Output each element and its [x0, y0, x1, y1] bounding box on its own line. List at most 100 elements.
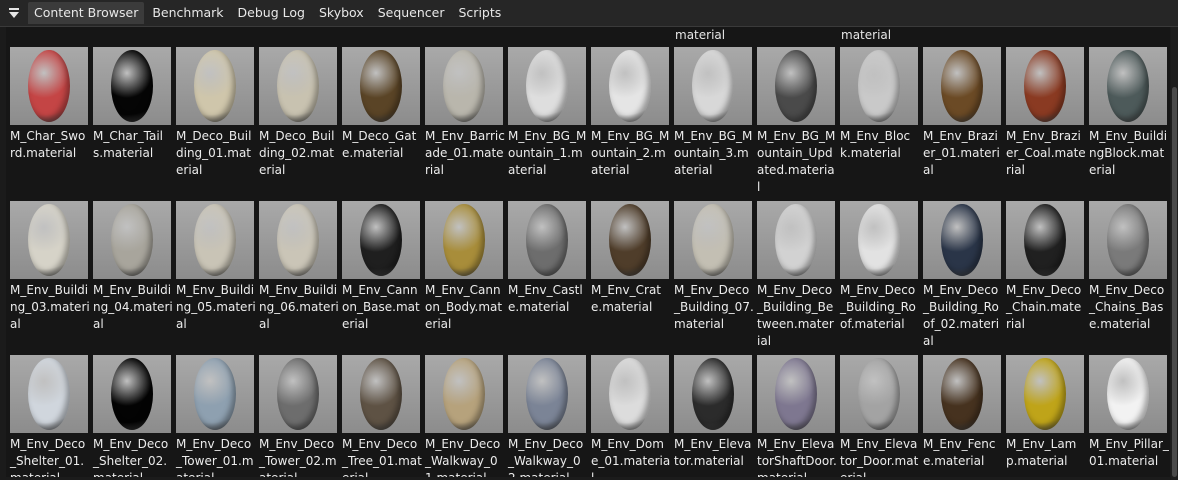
material-preview-sphere	[28, 50, 70, 122]
material-preview-sphere	[941, 358, 983, 430]
material-thumbnail	[1089, 355, 1167, 433]
material-preview-sphere	[775, 204, 817, 276]
material-tile[interactable]: M_Env_Deco_Walkway_02.material	[508, 355, 586, 477]
material-tile[interactable]: M_Env_Elevator.material	[674, 355, 752, 470]
dropdown-menu-icon[interactable]	[0, 0, 28, 26]
material-name: M_Env_Deco_Building_Between.material	[757, 283, 834, 348]
material-thumbnail	[93, 47, 171, 125]
material-tile[interactable]: M_Env_Deco_Tower_02.material	[259, 355, 337, 477]
vertical-scrollbar[interactable]	[1171, 27, 1178, 480]
material-name: M_Env_Brazier_Coal.material	[1006, 129, 1086, 177]
material-thumbnail	[342, 47, 420, 125]
material-tile[interactable]: M_Env_ElevatorShaftDoor.material	[757, 355, 837, 477]
material-tile[interactable]: M_Char_Tails.material	[93, 47, 171, 162]
material-tile[interactable]: M_Env_Crate.material	[591, 201, 669, 316]
material-tile[interactable]: M_Deco_Building_01.material	[176, 47, 254, 179]
material-preview-sphere	[1107, 204, 1149, 276]
material-name: M_Env_Dome_01.material	[591, 437, 671, 477]
material-preview-sphere	[28, 358, 70, 430]
material-preview-sphere	[194, 204, 236, 276]
tab-benchmark[interactable]: Benchmark	[146, 2, 229, 24]
material-tile[interactable]: M_Char_Sword.material	[10, 47, 88, 162]
material-tile[interactable]: M_Env_Fence.material	[923, 355, 1001, 470]
material-preview-sphere	[1107, 358, 1149, 430]
material-tile[interactable]: M_Env_BG_Mountain_2.material	[591, 47, 669, 179]
material-preview-sphere	[692, 358, 734, 430]
content-browser-panel: material material M_Char_Sword.material M…	[6, 27, 1170, 477]
material-thumbnail	[425, 355, 503, 433]
material-thumbnail	[176, 355, 254, 433]
material-thumbnail	[840, 201, 918, 279]
material-tile[interactable]: M_Env_Building_03.material	[10, 201, 90, 333]
material-tile[interactable]: M_Env_Lamp.material	[1006, 355, 1084, 470]
material-preview-sphere	[277, 358, 319, 430]
material-tile[interactable]: M_Env_BuildingBlock.material	[1089, 47, 1167, 179]
material-thumbnail	[93, 355, 171, 433]
material-thumbnail	[1006, 47, 1084, 125]
material-name: M_Env_Deco_Chains_Base.material	[1089, 283, 1165, 331]
material-preview-sphere	[609, 358, 651, 430]
material-preview-sphere	[111, 50, 153, 122]
material-tile[interactable]: M_Env_Deco_Building_Roof_02.material	[923, 201, 1001, 350]
material-name: M_Env_Deco_Building_Roof.material	[840, 283, 916, 331]
material-name: M_Env_Barricade_01.material	[425, 129, 505, 177]
material-tile[interactable]: M_Deco_Gate.material	[342, 47, 420, 162]
tab-scripts[interactable]: Scripts	[453, 2, 508, 24]
tab-content-browser[interactable]: Content Browser	[28, 2, 145, 24]
material-name: M_Env_Elevator_Door.material	[840, 437, 919, 477]
tab-sequencer[interactable]: Sequencer	[372, 2, 451, 24]
material-tile[interactable]: M_Env_Deco_Building_Roof.material	[840, 201, 918, 333]
material-preview-sphere	[692, 50, 734, 122]
material-thumbnail	[1089, 201, 1167, 279]
material-preview-sphere	[1024, 204, 1066, 276]
material-tile[interactable]: M_Env_Deco_Shelter_01.material	[10, 355, 88, 477]
material-preview-sphere	[858, 358, 900, 430]
material-tile[interactable]: M_Env_Deco_Building_07.material	[674, 201, 754, 333]
material-tile[interactable]: M_Env_Cannon_Body.material	[425, 201, 503, 333]
material-thumbnail	[591, 355, 669, 433]
tab-debug-log[interactable]: Debug Log	[232, 2, 311, 24]
material-tile[interactable]: M_Env_Building_05.material	[176, 201, 256, 333]
material-thumbnail	[840, 355, 918, 433]
material-name: M_Env_Deco_Tower_02.material	[259, 437, 337, 477]
material-tile[interactable]: M_Env_Deco_Walkway_01.material	[425, 355, 503, 477]
material-thumbnail	[674, 201, 752, 279]
material-thumbnail	[342, 201, 420, 279]
material-name: M_Deco_Building_01.material	[176, 129, 252, 177]
material-tile[interactable]: M_Env_Barricade_01.material	[425, 47, 505, 179]
material-tile[interactable]: M_Env_Pillar_01.material	[1089, 355, 1169, 470]
material-tile[interactable]: M_Env_Deco_Shelter_02.material	[93, 355, 171, 477]
material-tile[interactable]: M_Env_Brazier_01.material	[923, 47, 1001, 179]
material-tile[interactable]: M_Env_Cannon_Base.material	[342, 201, 420, 333]
material-tile[interactable]: M_Env_Deco_Tower_01.material	[176, 355, 254, 477]
material-tile[interactable]: M_Env_Deco_Tree_01.material	[342, 355, 422, 477]
material-thumbnail	[757, 355, 835, 433]
material-tile[interactable]: M_Env_Dome_01.material	[591, 355, 671, 477]
material-thumbnail	[176, 47, 254, 125]
tab-bar: Content Browser Benchmark Debug Log Skyb…	[0, 0, 1178, 27]
scrollbar-thumb[interactable]	[1172, 87, 1177, 477]
material-tile[interactable]: M_Env_Brazier_Coal.material	[1006, 47, 1086, 179]
material-tile[interactable]: M_Env_Deco_Building_Between.material	[757, 201, 835, 350]
material-tile[interactable]: M_Env_BG_Mountain_1.material	[508, 47, 586, 179]
material-tile[interactable]: M_Env_Building_06.material	[259, 201, 339, 333]
material-tile[interactable]: M_Deco_Building_02.material	[259, 47, 337, 179]
material-thumbnail	[674, 47, 752, 125]
material-tile[interactable]: M_Env_BG_Mountain_3.material	[674, 47, 752, 179]
material-preview-sphere	[443, 50, 485, 122]
material-thumbnail	[923, 355, 1001, 433]
material-tile[interactable]: M_Env_Elevator_Door.material	[840, 355, 918, 477]
tab-skybox[interactable]: Skybox	[313, 2, 370, 24]
material-thumbnail	[425, 47, 503, 125]
material-tile[interactable]: M_Env_Deco_Chains_Base.material	[1089, 201, 1167, 333]
material-name: M_Env_ElevatorShaftDoor.material	[757, 437, 837, 477]
material-preview-sphere	[28, 204, 70, 276]
material-name: M_Env_Cannon_Body.material	[425, 283, 503, 331]
material-tile[interactable]: M_Env_Block.material	[840, 47, 918, 162]
material-preview-sphere	[443, 204, 485, 276]
material-tile[interactable]: M_Env_Deco_Chain.material	[1006, 201, 1084, 333]
material-tile[interactable]: M_Env_Castle.material	[508, 201, 586, 316]
material-name: M_Env_Deco_Building_07.material	[674, 283, 754, 331]
material-tile[interactable]: M_Env_BG_Mountain_Updated.material	[757, 47, 835, 196]
material-tile[interactable]: M_Env_Building_04.material	[93, 201, 173, 333]
